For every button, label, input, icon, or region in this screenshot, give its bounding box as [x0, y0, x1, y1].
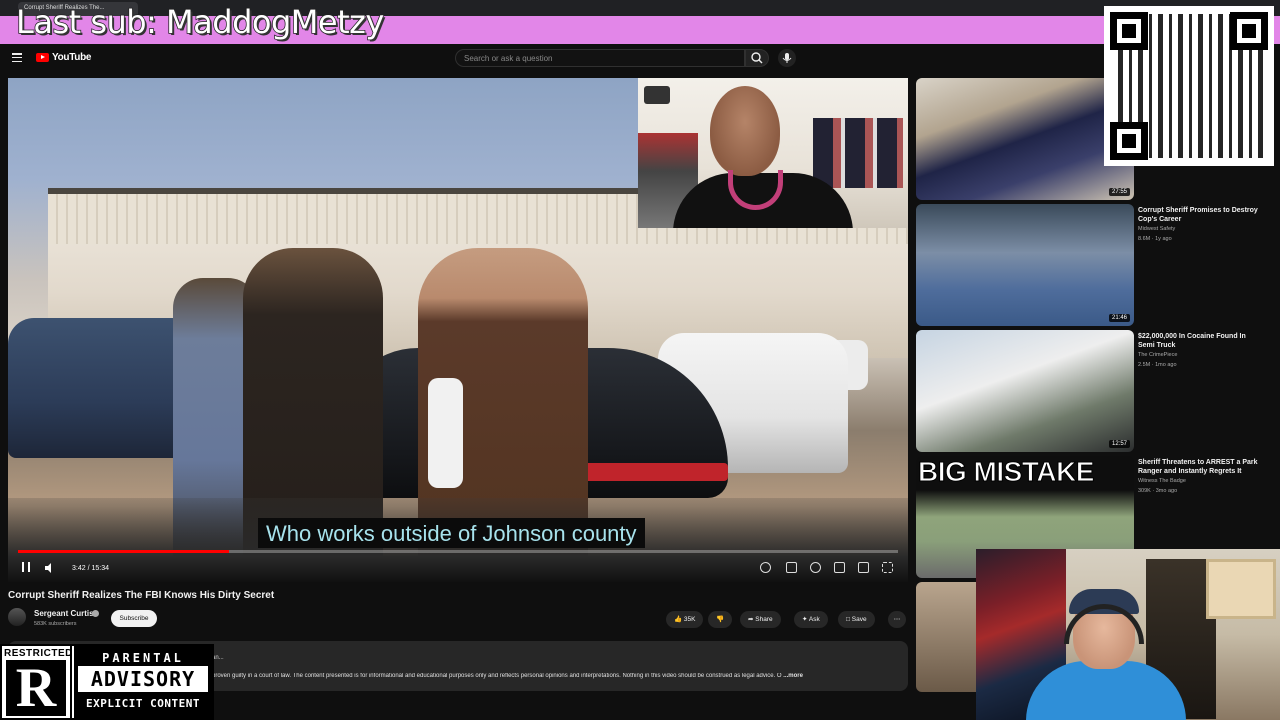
description-more-link[interactable]: ...more	[783, 673, 803, 679]
settings-icon[interactable]	[810, 562, 821, 573]
screen: Corrupt Sheriff Realizes The... Last sub…	[0, 0, 1280, 720]
share-label: Share	[755, 616, 773, 623]
description-text: proven guilty in a court of law. The con…	[212, 673, 902, 679]
voice-search-button[interactable]	[778, 49, 796, 67]
qr-finder	[1110, 12, 1148, 50]
fullscreen-icon[interactable]	[882, 562, 893, 573]
related-meta: 2.5M · 1mo ago	[1138, 362, 1177, 368]
advisory-top: PARENTAL	[102, 651, 184, 665]
inset-person-head	[710, 86, 780, 176]
subscribe-button[interactable]: Subscribe	[111, 610, 157, 627]
mic-icon	[782, 53, 792, 63]
related-channel[interactable]: Witness The Badge	[1138, 478, 1186, 484]
restricted-badge: RESTRICTED R	[2, 646, 72, 718]
search-button[interactable]	[745, 49, 769, 67]
pause-icon[interactable]	[22, 562, 30, 572]
description-body: proven guilty in a court of law. The con…	[212, 673, 782, 679]
related-meta: 8.6M · 1y ago	[1138, 236, 1172, 242]
subscriber-count: 583K subscribers	[34, 621, 77, 627]
youtube-logo-icon	[36, 53, 49, 62]
progress-bar[interactable]	[18, 550, 898, 553]
like-icon: 👍	[674, 616, 683, 623]
qr-finder	[1110, 122, 1148, 160]
streamer-webcam	[976, 549, 1280, 720]
webcam-picture-frame	[1206, 559, 1276, 619]
menu-icon[interactable]	[12, 53, 22, 63]
video-player[interactable]: Who works outside of Johnson county 3:42…	[8, 78, 908, 582]
channel-avatar[interactable]	[8, 608, 26, 626]
related-title[interactable]: $22,000,000 In Cocaine Found In Semi Tru…	[1138, 332, 1263, 350]
parental-advisory-label: PARENTAL ADVISORY EXPLICIT CONTENT	[74, 646, 212, 718]
share-icon: ➦	[748, 616, 754, 623]
channel-name[interactable]: Sergeant Curtis	[34, 609, 94, 618]
save-label: Save	[851, 616, 867, 623]
youtube-logo[interactable]: YouTube	[36, 52, 92, 63]
qr-finder	[1230, 12, 1268, 50]
video-title: Corrupt Sheriff Realizes The FBI Knows H…	[8, 590, 275, 601]
search-icon	[751, 52, 763, 64]
volume-icon[interactable]	[44, 562, 56, 576]
video-frame-sleeve	[428, 378, 463, 488]
parental-advisory-overlay: RESTRICTED R PARENTAL ADVISORY EXPLICIT …	[0, 644, 214, 720]
last-sub-text: Last sub: MaddogMetzy	[15, 3, 385, 41]
video-caption: Who works outside of Johnson county	[258, 518, 645, 548]
more-actions-button[interactable]: ⋯	[888, 611, 906, 628]
youtube-header: YouTube Search or ask a question	[0, 44, 1280, 72]
like-button[interactable]: 👍 35K	[666, 611, 704, 628]
captions-icon[interactable]	[786, 562, 797, 573]
video-frame-taillight	[568, 463, 728, 481]
dislike-icon: 👎	[715, 616, 725, 623]
inset-posters	[813, 118, 903, 188]
advisory-bottom: EXPLICIT CONTENT	[86, 697, 200, 710]
related-meta: 309K · 3mo ago	[1138, 488, 1178, 494]
search-input[interactable]: Search or ask a question	[455, 49, 745, 67]
related-title[interactable]: Sheriff Threatens to ARREST a Park Range…	[1138, 458, 1263, 476]
related-thumbnail[interactable]: 12:57	[916, 330, 1134, 452]
youtube-logo-text: YouTube	[52, 52, 92, 63]
related-channel[interactable]: Midwest Safety	[1138, 226, 1175, 232]
miniplayer-icon[interactable]	[834, 562, 845, 573]
advisory-mid: ADVISORY	[78, 666, 208, 692]
reactor-inset-cam	[638, 78, 908, 228]
time-display: 3:42 / 15:34	[72, 565, 109, 572]
video-duration: 12:57	[1108, 440, 1130, 448]
video-duration: 21:46	[1108, 314, 1130, 322]
theater-icon[interactable]	[858, 562, 869, 573]
related-thumbnail[interactable]: 27:55	[916, 78, 1134, 200]
related-thumbnail[interactable]: 21:46	[916, 204, 1134, 326]
ask-icon: ✦	[802, 616, 808, 623]
like-count: 35K	[683, 616, 696, 623]
tv-icon	[644, 86, 670, 104]
progress-fill	[18, 550, 230, 553]
share-button[interactable]: ➦ Share	[740, 611, 781, 628]
qr-code	[1104, 6, 1274, 166]
restricted-letter: R	[6, 660, 66, 716]
more-icon: ⋯	[893, 616, 901, 623]
thumbnail-headline: BIG MISTAKE	[918, 456, 1095, 488]
dislike-button[interactable]: 👎	[708, 611, 732, 628]
ask-label: Ask	[808, 616, 820, 623]
ask-button[interactable]: ✦ Ask	[794, 611, 828, 628]
verified-icon	[92, 610, 99, 617]
save-button[interactable]: □ Save	[838, 611, 875, 628]
video-duration: 27:55	[1108, 188, 1130, 196]
save-icon: □	[846, 616, 850, 623]
autoplay-icon[interactable]	[760, 562, 771, 573]
related-channel[interactable]: The CrimePiece	[1138, 352, 1177, 358]
related-title[interactable]: Corrupt Sheriff Promises to Destroy Cop'…	[1138, 206, 1263, 224]
